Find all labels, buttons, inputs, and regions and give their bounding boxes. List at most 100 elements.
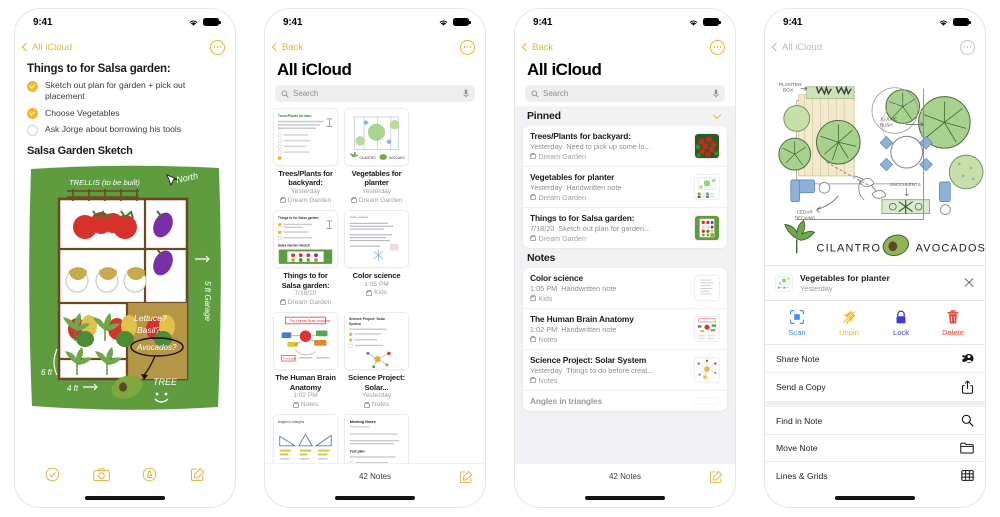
- gallery-item[interactable]: Things to for Salsa garden Salsa Garden …: [273, 210, 338, 307]
- notes-card: Color science 1:05 PM Handwritten note K…: [523, 268, 727, 411]
- folder-icon: [366, 289, 373, 296]
- note-thumbnail: [694, 397, 720, 405]
- grid-icon: [961, 470, 974, 481]
- back-button-label: All iCloud: [782, 41, 823, 53]
- more-options-button[interactable]: [210, 39, 225, 55]
- svg-text:Meeting Notes: Meeting Notes: [350, 420, 376, 424]
- list-item[interactable]: Trees/Plants for backyard: Yesterday Nee…: [523, 126, 727, 167]
- gallery-item[interactable]: The Human Brain Anatomy Fun Facts The Hu…: [273, 312, 338, 409]
- unpin-icon: [842, 310, 856, 325]
- back-button-all-icloud[interactable]: All iCloud: [771, 41, 823, 53]
- quick-actions-row: Scan Unpin Lock Delete: [765, 301, 985, 345]
- camera-icon[interactable]: [93, 467, 110, 482]
- note-thumbnail: Science Project: Solar System: [344, 312, 409, 371]
- folder-icon: [960, 442, 974, 454]
- sheet-note-date: Yesterday: [800, 284, 833, 293]
- menu-item-send-a-copy[interactable]: Send a Copy: [765, 373, 985, 402]
- more-options-button[interactable]: [710, 39, 725, 55]
- unpin-label: Unpin: [839, 328, 859, 337]
- list-item[interactable]: Color science 1:05 PM Handwritten note K…: [523, 268, 727, 309]
- search-input[interactable]: Search: [525, 85, 725, 102]
- sheet-menu-list[interactable]: Share Note Send a Copy Find in Note Move…: [765, 345, 985, 489]
- group-header-notes[interactable]: Notes: [523, 248, 727, 268]
- gallery-item-name: Trees/Plants for backyard:: [278, 169, 333, 188]
- gallery-item-date: Yesterday: [361, 187, 392, 195]
- list-item[interactable]: Science Project: Solar System Yesterday …: [523, 350, 727, 391]
- microphone-icon[interactable]: [463, 89, 469, 98]
- gallery-item[interactable]: Trees/Plants for bac! Trees/Plants for b…: [273, 108, 338, 205]
- menu-item-label: Share Note: [776, 353, 820, 364]
- battery-icon: [703, 18, 721, 26]
- checklist-item[interactable]: Ask Jorge about borrowing his tools: [27, 124, 223, 136]
- compose-icon[interactable]: [459, 470, 473, 484]
- compose-icon[interactable]: [190, 467, 205, 482]
- back-button-label: Back: [282, 41, 304, 53]
- more-options-button[interactable]: [460, 39, 475, 55]
- checkbox-checked-icon[interactable]: [27, 80, 38, 92]
- notes-gallery-grid[interactable]: Trees/Plants for bac! Trees/Plants for b…: [265, 108, 485, 463]
- chevron-left-icon: [21, 42, 31, 52]
- delete-action[interactable]: Delete: [927, 309, 979, 337]
- notes-list[interactable]: Pinned Trees/Plants for backyard: Yester…: [515, 106, 735, 463]
- checklist-item[interactable]: Choose Vegetables: [27, 108, 223, 120]
- menu-item-lines-and-grids[interactable]: Lines & Grids: [765, 462, 985, 489]
- status-time: 9:41: [33, 16, 53, 28]
- status-indicators: [938, 18, 971, 27]
- checklist-icon[interactable]: [45, 467, 60, 482]
- more-options-button[interactable]: [960, 39, 975, 55]
- menu-item-find-in-note[interactable]: Find in Note: [765, 407, 985, 435]
- folder-icon: [279, 197, 286, 204]
- list-item[interactable]: Vegetables for planter Yesterday Handwri…: [523, 167, 727, 208]
- svg-text:Salsa Garden Sketch: Salsa Garden Sketch: [278, 244, 310, 248]
- folder-icon: [279, 299, 286, 306]
- wifi-icon: [439, 19, 448, 26]
- list-item[interactable]: Things to for Salsa garden: 7/18/20 Sket…: [523, 208, 727, 248]
- list-item[interactable]: Angles in triangles: [523, 391, 727, 411]
- checkbox-checked-icon[interactable]: [27, 108, 38, 120]
- status-indicators: [688, 18, 721, 27]
- list-item-title: Trees/Plants for backyard:: [530, 131, 631, 141]
- menu-item-move-note[interactable]: Move Note: [765, 435, 985, 462]
- home-indicator: [765, 489, 985, 507]
- folder-icon: [530, 235, 536, 241]
- list-item-folder: Notes: [530, 335, 688, 344]
- note-thumbnail: Trees/Plants for bac!: [273, 108, 338, 166]
- microphone-icon[interactable]: [713, 89, 719, 98]
- group-header-pinned[interactable]: Pinned: [523, 106, 727, 126]
- scan-action[interactable]: Scan: [771, 309, 823, 337]
- phone-action-sheet: 9:41 All iCloud PLANTER BOX SUCCULENTS C…: [764, 8, 986, 508]
- list-item-preview: Yesterday Handwritten note: [530, 183, 622, 192]
- lock-action[interactable]: Lock: [875, 309, 927, 337]
- gallery-item[interactable]: Science Project: Solar System Science Pr…: [344, 312, 409, 409]
- gallery-item[interactable]: Color science Color science 1:05 PM Kids: [344, 210, 409, 307]
- folder-icon: [530, 377, 536, 383]
- unpin-action[interactable]: Unpin: [823, 309, 875, 337]
- checkbox-empty-icon[interactable]: [27, 124, 38, 136]
- search-input[interactable]: Search: [275, 85, 475, 102]
- chevron-down-icon[interactable]: [712, 110, 722, 119]
- list-item-folder: Kids: [530, 294, 688, 303]
- status-bar: 9:41: [15, 9, 235, 35]
- trellis-label: TRELLIS (to be built): [69, 178, 140, 187]
- compose-icon[interactable]: [709, 470, 723, 484]
- note-thumbnail: Color science: [344, 210, 409, 269]
- back-button[interactable]: Back: [521, 42, 553, 53]
- markup-pen-icon[interactable]: [142, 467, 157, 482]
- gallery-item[interactable]: Angles in triangles Angles in triangles …: [273, 414, 338, 463]
- sketch-heading: Salsa Garden Sketch: [27, 144, 133, 157]
- list-item-text: Science Project: Solar System Yesterday …: [530, 355, 688, 385]
- close-icon[interactable]: [963, 277, 975, 289]
- action-sheet: Vegetables for planter Yesterday Scan Un…: [765, 265, 985, 489]
- gallery-item[interactable]: Meeting Notes Travella project Test plan…: [344, 414, 409, 463]
- gallery-item[interactable]: CILANTRO AVOCADO Vegetables for planter …: [344, 108, 409, 205]
- checklist-item[interactable]: Sketch out plan for garden + pick out pl…: [27, 80, 223, 103]
- back-button[interactable]: Back: [271, 41, 304, 53]
- note-title: Things to for Salsa garden:: [27, 63, 171, 75]
- folder-icon: [363, 401, 370, 408]
- list-item[interactable]: The Human Brain Anatomy 1:02 PM Handwrit…: [523, 309, 727, 350]
- menu-item-share-note[interactable]: Share Note: [765, 345, 985, 373]
- svg-text:CILANTRO: CILANTRO: [359, 156, 376, 160]
- wifi-icon: [189, 19, 198, 26]
- list-item-folder: Dream Garden: [530, 193, 688, 202]
- back-button-all-icloud[interactable]: All iCloud: [21, 42, 72, 53]
